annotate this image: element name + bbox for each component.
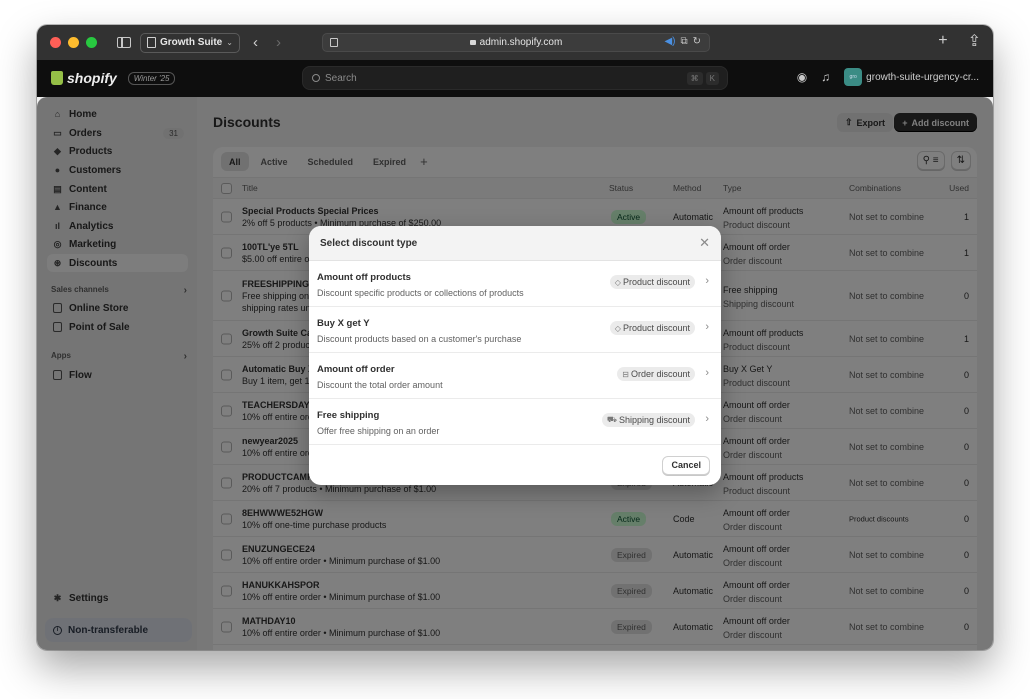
modal-header: Select discount type ✕: [309, 226, 721, 261]
option-description: Discount the total order amount: [317, 380, 443, 390]
browser-actions: + ⇪: [938, 31, 981, 51]
minimize-window-button[interactable]: [68, 37, 79, 48]
shopify-bag-icon: [51, 71, 63, 85]
search-shortcut: ⌘ K: [686, 72, 719, 85]
search-placeholder: Search: [325, 72, 357, 84]
chevron-down-icon: ⌄: [226, 38, 233, 47]
tag-icon: ◇: [614, 277, 621, 287]
address-bar[interactable]: admin.shopify.com ◀︎) ⧉ ↻: [322, 33, 710, 52]
tag-icon: ◇: [614, 323, 621, 333]
lock-icon: [469, 40, 476, 45]
store-avatar[interactable]: gro: [844, 68, 863, 86]
search-input[interactable]: Search ⌘ K: [302, 66, 728, 90]
window-controls: [50, 37, 97, 48]
option-description: Discount specific products or collection…: [317, 288, 524, 298]
option-description: Discount products based on a customer's …: [317, 334, 522, 344]
close-window-button[interactable]: [50, 37, 61, 48]
chevron-right-icon: ›: [705, 275, 709, 287]
building-icon: [147, 37, 156, 48]
modal-footer: Cancel: [309, 445, 721, 485]
store-name[interactable]: growth-suite-urgency-cr...: [866, 72, 979, 83]
select-discount-type-modal: Select discount type ✕ Amount off produc…: [309, 226, 721, 485]
badge-label: Product discount: [622, 277, 690, 287]
option-category-badge: ⊟ Order discount: [617, 367, 695, 381]
back-button[interactable]: ‹: [253, 34, 258, 51]
shopify-topbar: shopify Winter '25 Search ⌘ K ◉ ♫ gro gr…: [37, 60, 993, 97]
url-value: admin.shopify.com: [479, 37, 563, 48]
speaker-icon[interactable]: ◀︎): [664, 36, 675, 47]
chevron-right-icon: ›: [705, 321, 709, 333]
k-key: K: [705, 72, 719, 85]
option-description: Offer free shipping on an order: [317, 426, 440, 436]
forward-button[interactable]: ›: [276, 34, 281, 51]
tab-group-label: Growth Suite: [160, 37, 223, 48]
option-title: Free shipping: [317, 410, 380, 421]
option-category-badge: ⛟ Shipping discount: [601, 413, 695, 427]
translate-icon[interactable]: ⧉: [680, 36, 687, 47]
new-tab-icon[interactable]: +: [938, 32, 947, 50]
bell-icon[interactable]: ♫: [821, 70, 830, 84]
option-category-badge: ◇ Product discount: [609, 321, 695, 335]
url-text: admin.shopify.com: [323, 37, 709, 48]
option-title: Buy X get Y: [317, 318, 370, 329]
maximize-window-button[interactable]: [86, 37, 97, 48]
shopify-logo[interactable]: shopify Winter '25: [51, 70, 176, 86]
discount-type-option[interactable]: Buy X get Y Discount products based on a …: [309, 307, 721, 353]
discount-type-option[interactable]: Amount off products Discount specific pro…: [309, 261, 721, 307]
chevron-right-icon: ›: [705, 413, 709, 425]
cart-icon: ⊟: [622, 369, 629, 379]
edition-badge: Winter '25: [127, 71, 176, 85]
cancel-button[interactable]: Cancel: [662, 455, 710, 475]
truck-icon: ⛟: [606, 415, 617, 424]
badge-label: Shipping discount: [618, 415, 690, 425]
share-icon[interactable]: ⇪: [968, 31, 981, 51]
close-icon[interactable]: ✕: [699, 235, 710, 251]
badge-label: Order discount: [630, 369, 690, 379]
option-title: Amount off products: [317, 272, 411, 283]
topbar-actions: ◉ ♫ gro growth-suite-urgency-cr...: [797, 68, 979, 86]
search-icon: [312, 74, 320, 82]
discount-type-option[interactable]: Free shipping Offer free shipping on an o…: [309, 399, 721, 445]
brand-name: shopify: [67, 70, 117, 86]
modal-title: Select discount type: [320, 237, 418, 249]
discount-type-option[interactable]: Amount off order Discount the total order…: [309, 353, 721, 399]
cmd-key: ⌘: [686, 72, 703, 85]
reload-icon[interactable]: ↻: [693, 36, 701, 47]
option-title: Amount off order: [317, 364, 395, 375]
chevron-right-icon: ›: [705, 367, 709, 379]
address-bar-actions: ◀︎) ⧉ ↻: [664, 36, 701, 47]
tab-group-button[interactable]: Growth Suite ⌄: [140, 32, 240, 53]
sidekick-icon[interactable]: ◉: [797, 70, 807, 84]
discount-type-options: Amount off products Discount specific pro…: [309, 261, 721, 445]
option-category-badge: ◇ Product discount: [609, 275, 695, 289]
browser-toolbar: Growth Suite ⌄ ‹ › admin.shopify.com ◀︎)…: [37, 25, 993, 60]
badge-label: Product discount: [622, 323, 690, 333]
sidebar-toggle-icon[interactable]: [117, 37, 131, 48]
